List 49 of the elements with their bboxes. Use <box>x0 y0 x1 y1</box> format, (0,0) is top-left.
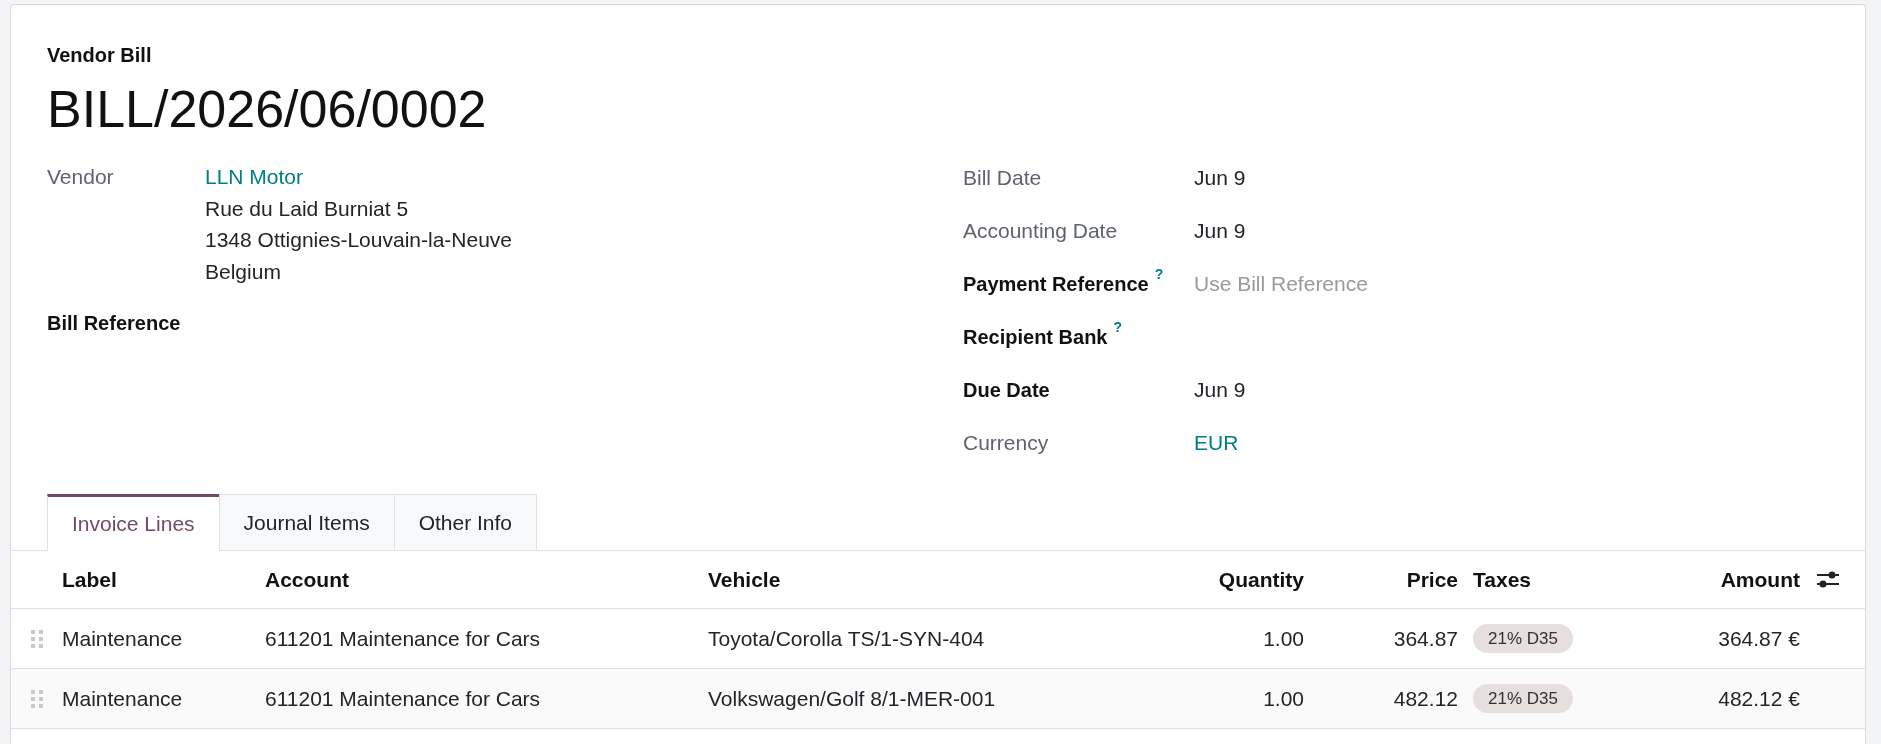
vendor-link[interactable]: LLN Motor <box>205 161 304 193</box>
column-header[interactable]: Vehicle <box>708 563 781 596</box>
tab[interactable]: Other Info <box>393 494 538 551</box>
table-cell-text: 611201 Maintenance for Cars <box>264 625 542 652</box>
table-cell-text: Maintenance <box>61 625 184 652</box>
document-type-label: Vendor Bill <box>47 43 152 68</box>
table-cell-text: 364.87 € <box>1717 625 1801 652</box>
date-field[interactable]: Jun 9 <box>1194 161 1246 194</box>
drag-handle-icon[interactable] <box>31 629 43 648</box>
column-header[interactable]: Quantity <box>1218 563 1304 596</box>
column-header[interactable]: Taxes <box>1473 563 1531 596</box>
table-cell-text: Toyota/Corolla TS/1-SYN-404 <box>707 625 986 652</box>
table-cell-text: 482.12 € <box>1717 685 1801 712</box>
document-number-title: BILL/2026/06/0002 <box>47 80 487 138</box>
column-header[interactable]: Price <box>1406 563 1458 596</box>
help-marker[interactable]: ? <box>1154 266 1164 281</box>
date-field[interactable]: Jun 9 <box>1194 214 1246 247</box>
date-field[interactable]: Jun 9 <box>1194 373 1246 406</box>
column-header[interactable]: Label <box>62 563 117 596</box>
link[interactable]: EUR <box>1194 426 1239 459</box>
drag-handle-icon[interactable] <box>31 689 43 708</box>
field-label: Currency <box>963 429 1049 456</box>
table-cell-text: 482.12 <box>1392 685 1459 712</box>
table-row[interactable]: Maintenance 611201 Maintenance for Cars Volkswagen/Golf 8/1-MER-001 1.00 482.12 21% D35 482.12 € <box>11 669 1865 729</box>
field-label: Vendor <box>47 164 114 190</box>
sliders-icon[interactable] <box>1817 571 1839 588</box>
field-label: Recipient Bank <box>963 324 1108 350</box>
field-label: Accounting Date <box>963 217 1118 244</box>
address-line: Rue du Laid Burniat 5 <box>205 195 409 222</box>
field-label: Due Date <box>963 377 1050 403</box>
address-line: Belgium <box>205 258 281 285</box>
field-label: Bill Date <box>963 164 1042 191</box>
table-cell-text: Volkswagen/Golf 8/1-MER-001 <box>707 685 997 712</box>
table-cell-text: 1.00 <box>1262 625 1305 652</box>
tab[interactable]: Journal Items <box>218 494 395 551</box>
column-header[interactable]: Account <box>265 563 349 596</box>
column-header[interactable]: Amount <box>1720 563 1800 596</box>
address-line: 1348 Ottignies-Louvain-la-Neuve <box>205 227 512 253</box>
table-cell-text: 364.87 <box>1392 625 1459 652</box>
tab[interactable]: Invoice Lines <box>47 494 220 551</box>
field-label: Bill Reference <box>47 310 181 336</box>
input-field[interactable]: Use Bill Reference <box>1194 267 1394 300</box>
tax-tag: 21% D35 <box>1473 624 1573 653</box>
table-cell-text: 611201 Maintenance for Cars <box>264 685 542 712</box>
help-marker[interactable]: ? <box>1113 319 1123 334</box>
table-cell-text: Maintenance <box>61 685 184 712</box>
field-label: Payment Reference <box>963 271 1149 297</box>
table-cell-text: 1.00 <box>1262 685 1305 712</box>
tax-tag: 21% D35 <box>1473 684 1573 713</box>
